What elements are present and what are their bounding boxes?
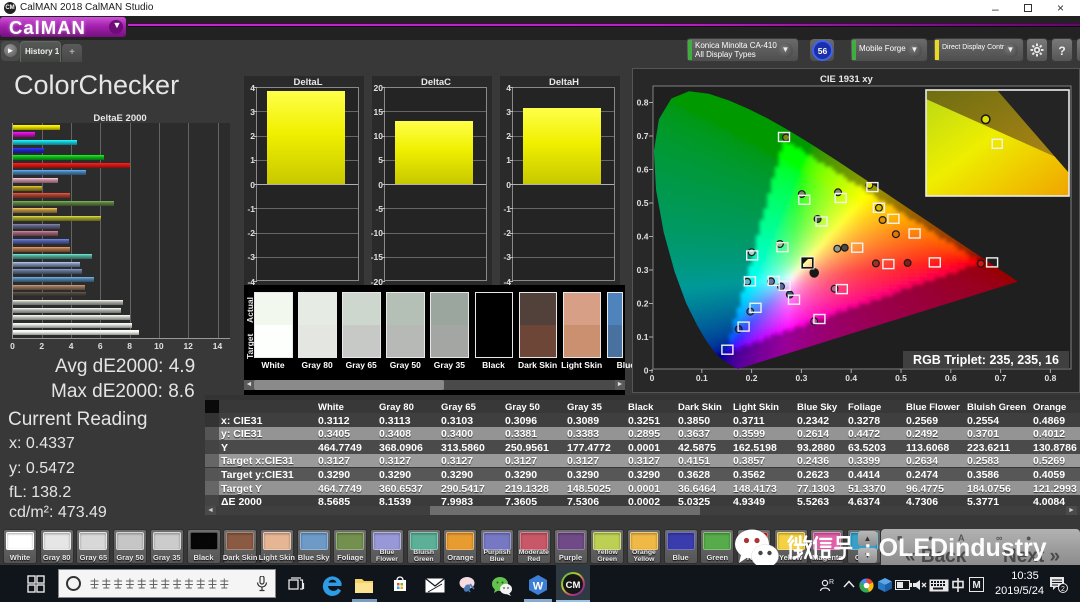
svg-text:0.6: 0.6 xyxy=(637,165,649,175)
svg-text:CM: CM xyxy=(566,580,581,591)
svg-text:0.2: 0.2 xyxy=(637,299,649,309)
svg-text:0.7: 0.7 xyxy=(637,131,649,141)
svg-text:0.2: 0.2 xyxy=(746,373,758,383)
svg-text:0: 0 xyxy=(650,373,655,383)
svg-text:RGB Triplet: 235, 235, 16: RGB Triplet: 235, 235, 16 xyxy=(913,353,1059,367)
svg-text:0.5: 0.5 xyxy=(637,198,649,208)
svg-text:0.3: 0.3 xyxy=(795,373,807,383)
svg-text:0.7: 0.7 xyxy=(995,373,1007,383)
svg-text:0.6: 0.6 xyxy=(945,373,957,383)
svg-text:0.4: 0.4 xyxy=(845,373,857,383)
svg-text:0.1: 0.1 xyxy=(637,332,649,342)
svg-text:0.5: 0.5 xyxy=(895,373,907,383)
svg-text:R: R xyxy=(829,579,834,586)
svg-text:0.3: 0.3 xyxy=(637,265,649,275)
svg-text:0.1: 0.1 xyxy=(696,373,708,383)
svg-text:0: 0 xyxy=(644,366,649,376)
svg-text:W: W xyxy=(533,581,544,593)
svg-text:0.4: 0.4 xyxy=(637,232,649,242)
svg-text:0.8: 0.8 xyxy=(637,98,649,108)
svg-text:0.8: 0.8 xyxy=(1044,373,1056,383)
svg-text:2: 2 xyxy=(1061,586,1065,593)
